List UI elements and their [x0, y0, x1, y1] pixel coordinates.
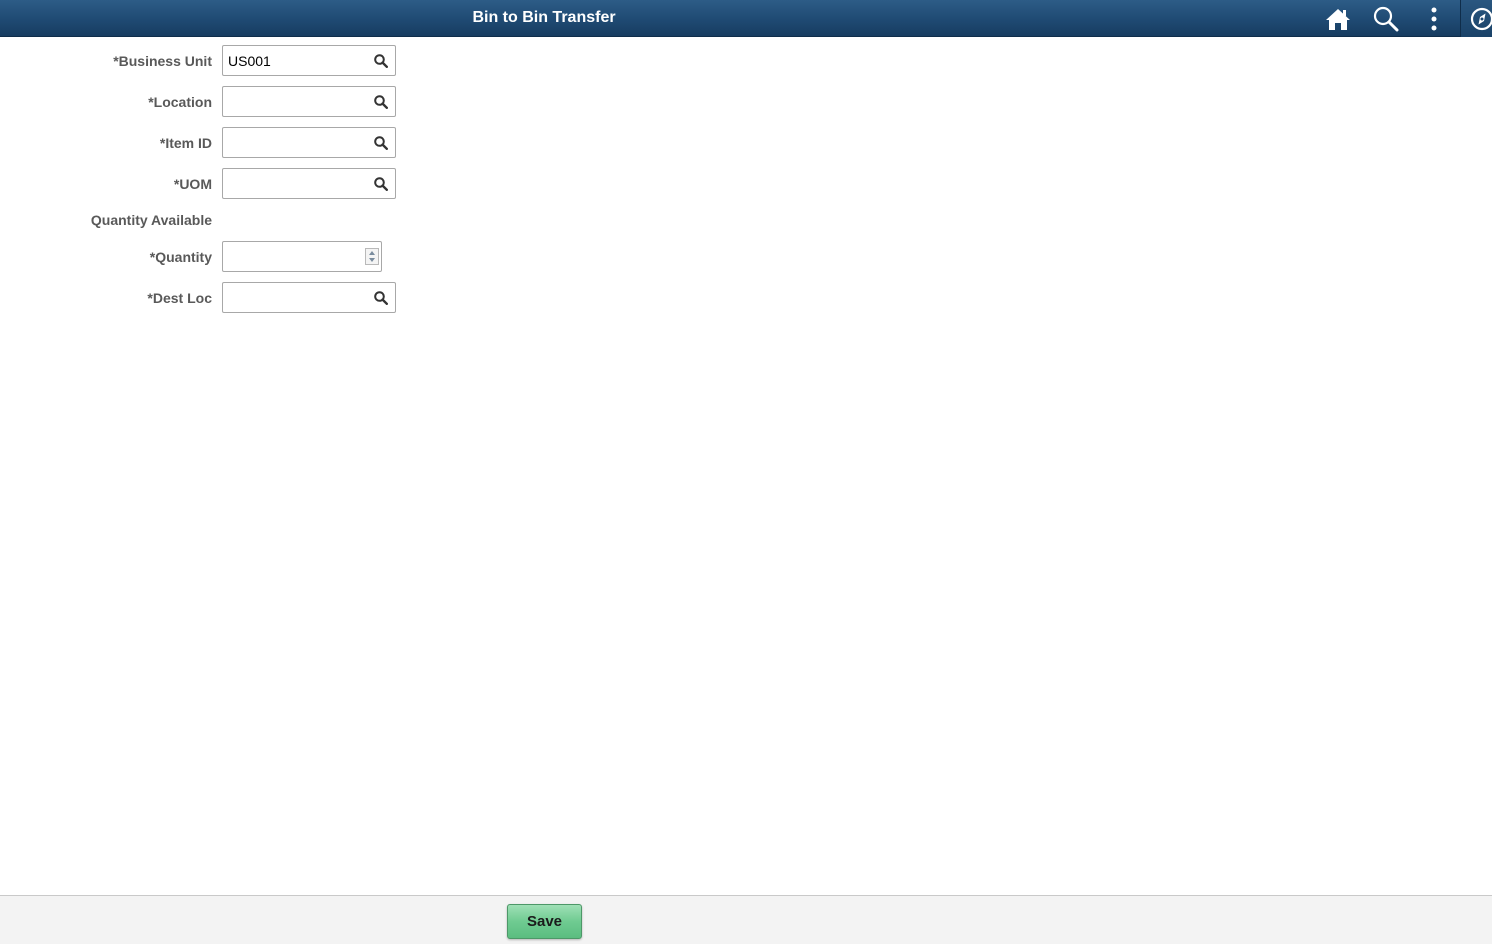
dest-loc-lookup-button[interactable] [367, 283, 395, 312]
quantity-field [222, 241, 382, 272]
search-icon [374, 53, 388, 68]
decrement-arrow-icon[interactable] [369, 258, 375, 262]
dest-loc-label: *Dest Loc [147, 290, 212, 306]
item-id-lookup-button[interactable] [367, 128, 395, 157]
search-icon [374, 135, 388, 150]
search-icon [374, 94, 388, 109]
dest-loc-input[interactable] [223, 283, 373, 312]
business-unit-input[interactable] [223, 46, 373, 75]
global-search-button[interactable] [1364, 0, 1408, 37]
actions-menu-button[interactable] [1412, 0, 1456, 37]
home-icon [1325, 7, 1351, 31]
uom-field [222, 168, 396, 199]
location-field [222, 86, 396, 117]
quantity-stepper[interactable] [365, 248, 379, 265]
header-bar: Bin to Bin Transfer [0, 0, 1492, 37]
navbar-button[interactable] [1460, 0, 1492, 37]
kebab-menu-icon [1431, 7, 1437, 31]
dest-loc-field [222, 282, 396, 313]
quantity-available-label: Quantity Available [90, 212, 212, 228]
quantity-input[interactable] [223, 242, 361, 271]
quantity-label: *Quantity [149, 249, 212, 265]
location-label: *Location [148, 94, 212, 110]
search-icon [374, 290, 388, 305]
compass-icon [1470, 7, 1492, 31]
increment-arrow-icon[interactable] [369, 251, 375, 255]
page-title: Bin to Bin Transfer [472, 9, 616, 26]
uom-lookup-button[interactable] [367, 169, 395, 198]
business-unit-lookup-button[interactable] [367, 46, 395, 75]
save-button[interactable]: Save [507, 904, 582, 939]
item-id-label: *Item ID [159, 135, 212, 151]
item-id-field [222, 127, 396, 158]
location-input[interactable] [223, 87, 373, 116]
business-unit-label: *Business Unit [113, 53, 212, 69]
uom-label: *UOM [173, 176, 212, 192]
search-icon [374, 176, 388, 191]
uom-input[interactable] [223, 169, 373, 198]
page: Bin to Bin Transfer *Business Unit US001… [0, 0, 1492, 944]
footer-bar: Save [0, 895, 1492, 944]
item-id-input[interactable] [223, 128, 373, 157]
business-unit-field [222, 45, 396, 76]
location-lookup-button[interactable] [367, 87, 395, 116]
search-icon [1373, 6, 1399, 32]
home-button[interactable] [1316, 0, 1360, 37]
